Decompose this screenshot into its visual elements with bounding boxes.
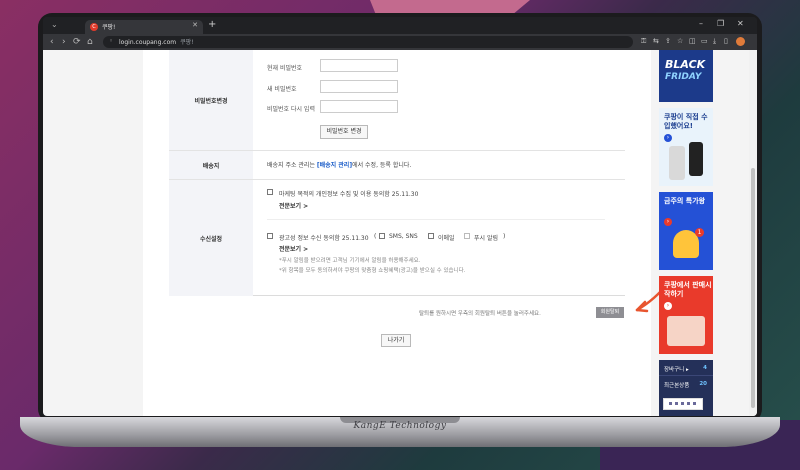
shipping-description: 배송지 주소 관리는 [배송지 관리]에서 수정, 등록 합니다. — [267, 160, 411, 169]
restore-icon[interactable]: ❐ — [717, 19, 724, 28]
email-label: 이메일 — [438, 235, 455, 242]
keycap — [687, 402, 690, 405]
shipping-row: 배송지 배송지 주소 관리는 [배송지 관리]에서 수정, 등록 합니다. — [169, 151, 625, 180]
url-text: login.coupang.com 쿠팡! — [119, 37, 194, 46]
download-icon[interactable]: ⤓ — [713, 37, 716, 46]
laptop-brand-text: KangE Technology — [353, 421, 447, 431]
password-change-header: 비밀번호변경 — [169, 50, 253, 150]
seller-signup-title: 쿠팡에서 판매시작하기 — [664, 281, 712, 298]
direct-import-ad[interactable]: 쿠팡이 직접 수입했어요! › — [659, 108, 713, 186]
divider — [659, 375, 713, 376]
push-checkbox[interactable] — [464, 233, 470, 239]
arrow-right-icon: › — [664, 134, 672, 142]
current-password-input[interactable] — [320, 59, 398, 72]
url-host: login.coupang.com — [119, 39, 177, 46]
web-page: 비밀번호변경 현재 비밀번호 새 비밀번호 비밀번호 다시 입력 비밀번호 변경… — [43, 50, 757, 416]
shipping-header: 배송지 — [169, 151, 253, 179]
profile-avatar[interactable] — [736, 37, 745, 46]
translate-icon[interactable]: ⇆ — [653, 37, 659, 45]
reload-icon[interactable]: ⟳ — [73, 35, 81, 49]
new-tab-icon[interactable]: + — [208, 19, 216, 31]
channel-paren-close: ) — [503, 233, 506, 240]
weekly-deal-title: 금주의 특가왕 — [664, 197, 706, 205]
share-icon[interactable]: ⇪ — [665, 37, 671, 45]
product-image — [669, 146, 685, 180]
direct-import-title: 쿠팡이 직접 수입했어요! — [664, 113, 708, 130]
arrow-right-icon: › — [664, 218, 672, 226]
withdraw-button[interactable]: 회원탈퇴 — [596, 307, 624, 318]
seller-signup-ad[interactable]: 쿠팡에서 판매시작하기 › — [659, 276, 713, 354]
new-password-input[interactable] — [320, 80, 398, 93]
arrow-right-icon: › — [664, 302, 672, 310]
cart-link[interactable]: 장바구니 ▸ — [664, 365, 689, 373]
recent-products-count: 20 — [699, 381, 707, 387]
keycap — [669, 402, 672, 405]
shipping-text-before: 배송지 주소 관리는 — [267, 162, 317, 169]
cast-icon[interactable]: ▭ — [701, 37, 708, 45]
marketing-consent-checkbox[interactable] — [267, 189, 273, 195]
leave-button[interactable]: 나가기 — [381, 334, 411, 347]
black-friday-line2: FRIDAY — [665, 72, 702, 82]
tab-search-icon[interactable]: ⌄ — [51, 20, 58, 29]
cart-count: 4 — [703, 365, 707, 371]
confirm-password-input[interactable] — [320, 100, 398, 113]
back-icon[interactable]: ‹ — [50, 35, 54, 49]
scrollbar-thumb[interactable] — [751, 168, 755, 408]
consent-note: *위 항목을 모두 동의하셔야 쿠팡의 맞춤형 쇼핑혜택(광고)을 받으실 수 … — [279, 268, 466, 274]
view-full-terms-link-2[interactable]: 전문보기 > — [279, 244, 308, 253]
coupang-favicon-icon: C — [90, 23, 98, 31]
shipping-manage-link[interactable]: [배송지 관리] — [317, 162, 352, 169]
laptop-screen: ⌄ C 쿠팡! ✕ + – ❐ ✕ ‹ › ⟳ ⌂ ◦ login.coupan… — [43, 17, 757, 416]
extension-icon[interactable]: ◫ — [689, 37, 696, 45]
tab-bar: ⌄ C 쿠팡! ✕ + – ❐ ✕ — [43, 17, 757, 34]
tab-title: 쿠팡! — [102, 24, 116, 31]
push-note: *푸시 알림을 받으려면 고객님 기기에서 알림을 허용해주세요. — [279, 258, 421, 264]
badge-count: 1 — [695, 228, 704, 237]
password-change-row: 비밀번호변경 현재 비밀번호 새 비밀번호 비밀번호 다시 입력 비밀번호 변경 — [169, 50, 625, 151]
key-icon[interactable]: ⚿ — [641, 37, 646, 46]
promo-image — [667, 316, 705, 346]
forward-icon[interactable]: › — [62, 35, 66, 49]
browser-toolbar: ‹ › ⟳ ⌂ ◦ login.coupang.com 쿠팡! ⚿ ⇆ ⇪ ☆ ◫… — [43, 34, 757, 50]
push-label: 푸시 알림 — [474, 235, 498, 242]
confirm-password-label: 비밀번호 다시 입력 — [267, 106, 315, 113]
shipping-text-after: 에서 수정, 등록 합니다. — [352, 162, 412, 169]
current-password-label: 현재 비밀번호 — [267, 65, 303, 72]
change-password-button[interactable]: 비밀번호 변경 — [320, 125, 368, 139]
keycap — [675, 402, 678, 405]
sms-checkbox[interactable] — [379, 233, 385, 239]
home-icon[interactable]: ⌂ — [87, 35, 93, 49]
sms-label: SMS, SNS — [389, 233, 418, 240]
marketing-consent-label: 마케팅 목적의 개인정보 수집 및 이용 동의함 25.11.30 — [279, 191, 419, 198]
close-icon[interactable]: ✕ — [192, 21, 198, 29]
ad-consent-checkbox[interactable] — [267, 233, 273, 239]
account-settings-panel: 비밀번호변경 현재 비밀번호 새 비밀번호 비밀번호 다시 입력 비밀번호 변경… — [143, 50, 651, 416]
channel-paren-open: ( — [374, 233, 377, 240]
url-site-name: 쿠팡! — [180, 39, 194, 46]
divider — [267, 219, 605, 220]
weekly-deal-ad[interactable]: 금주의 특가왕 › 1 — [659, 192, 713, 270]
settings-table: 비밀번호변경 현재 비밀번호 새 비밀번호 비밀번호 다시 입력 비밀번호 변경… — [169, 50, 625, 296]
new-password-label: 새 비밀번호 — [267, 86, 297, 93]
black-friday-line1: BLACK — [665, 58, 706, 71]
recent-products-link[interactable]: 최근본상품 — [664, 381, 689, 389]
withdraw-note: 탈퇴를 원하시면 우측의 회원탈퇴 버튼을 눌러주세요. — [419, 311, 541, 317]
receive-settings-row: 수신설정 마케팅 목적의 개인정보 수집 및 이용 동의함 25.11.30 전… — [169, 180, 625, 296]
black-friday-ad[interactable]: BLACK FRIDAY — [659, 50, 713, 102]
product-image — [689, 142, 703, 176]
email-checkbox[interactable] — [428, 233, 434, 239]
tab-coupang[interactable]: C 쿠팡! ✕ — [85, 20, 203, 34]
view-full-terms-link-1[interactable]: 전문보기 > — [279, 201, 308, 210]
sidepanel-icon[interactable]: ▯ — [724, 37, 728, 45]
lock-icon: ◦ — [109, 37, 114, 45]
minimize-icon[interactable]: – — [699, 19, 703, 28]
address-bar[interactable]: ◦ login.coupang.com 쿠팡! — [103, 36, 633, 48]
keycap — [693, 402, 696, 405]
ad-consent-label: 광고성 정보 수신 동의함 25.11.30 — [279, 235, 369, 242]
bookmark-star-icon[interactable]: ☆ — [677, 37, 683, 45]
keycap — [681, 402, 684, 405]
window-close-icon[interactable]: ✕ — [737, 19, 744, 28]
receive-settings-header: 수신설정 — [169, 180, 253, 296]
